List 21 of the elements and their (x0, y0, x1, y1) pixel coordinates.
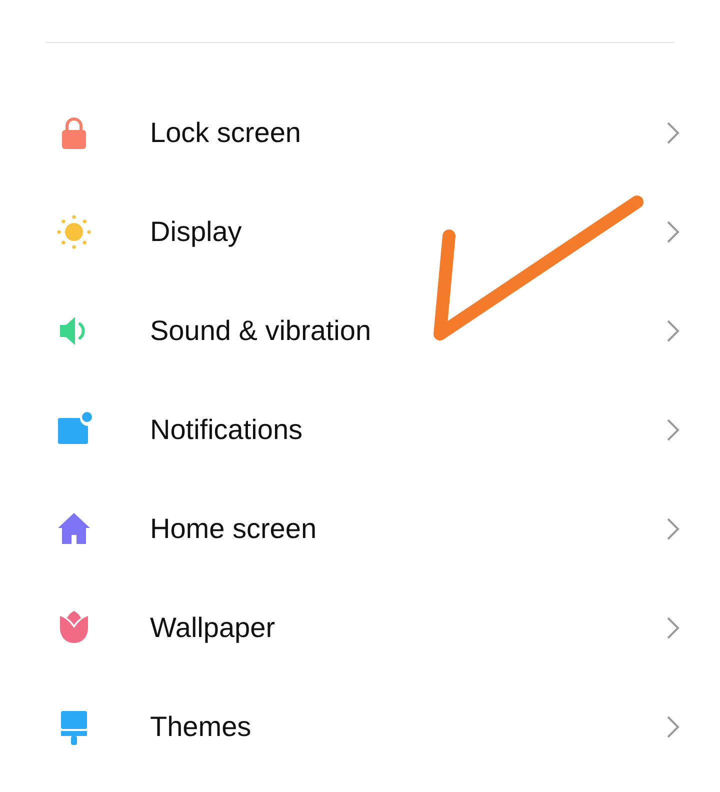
settings-item[interactable]: Lock screen (0, 83, 720, 182)
settings-item[interactable]: Notifications (0, 380, 720, 479)
item-label: Lock screen (150, 116, 302, 150)
settings-item[interactable]: Themes (0, 677, 720, 776)
item-label: Themes (150, 710, 252, 744)
chevron-icon (666, 220, 680, 244)
item-label: Home screen (150, 512, 318, 546)
settings-item[interactable]: Wallpaper (0, 578, 720, 677)
chevron-icon (666, 318, 680, 342)
settings-item[interactable]: Sound & vibration (0, 281, 720, 380)
chevron-icon (666, 120, 680, 144)
item-label: Wallpaper (150, 610, 276, 645)
item-label: Notifications (150, 412, 304, 446)
chevron-icon (666, 714, 680, 738)
chevron-icon (666, 516, 680, 540)
item-label: Display (150, 214, 243, 249)
chevron-icon (666, 616, 680, 640)
chevron-icon (666, 418, 680, 442)
settings-item[interactable]: Display (0, 182, 720, 281)
item-label: Sound & vibration (150, 314, 372, 348)
settings-item[interactable]: Home screen (0, 479, 720, 578)
